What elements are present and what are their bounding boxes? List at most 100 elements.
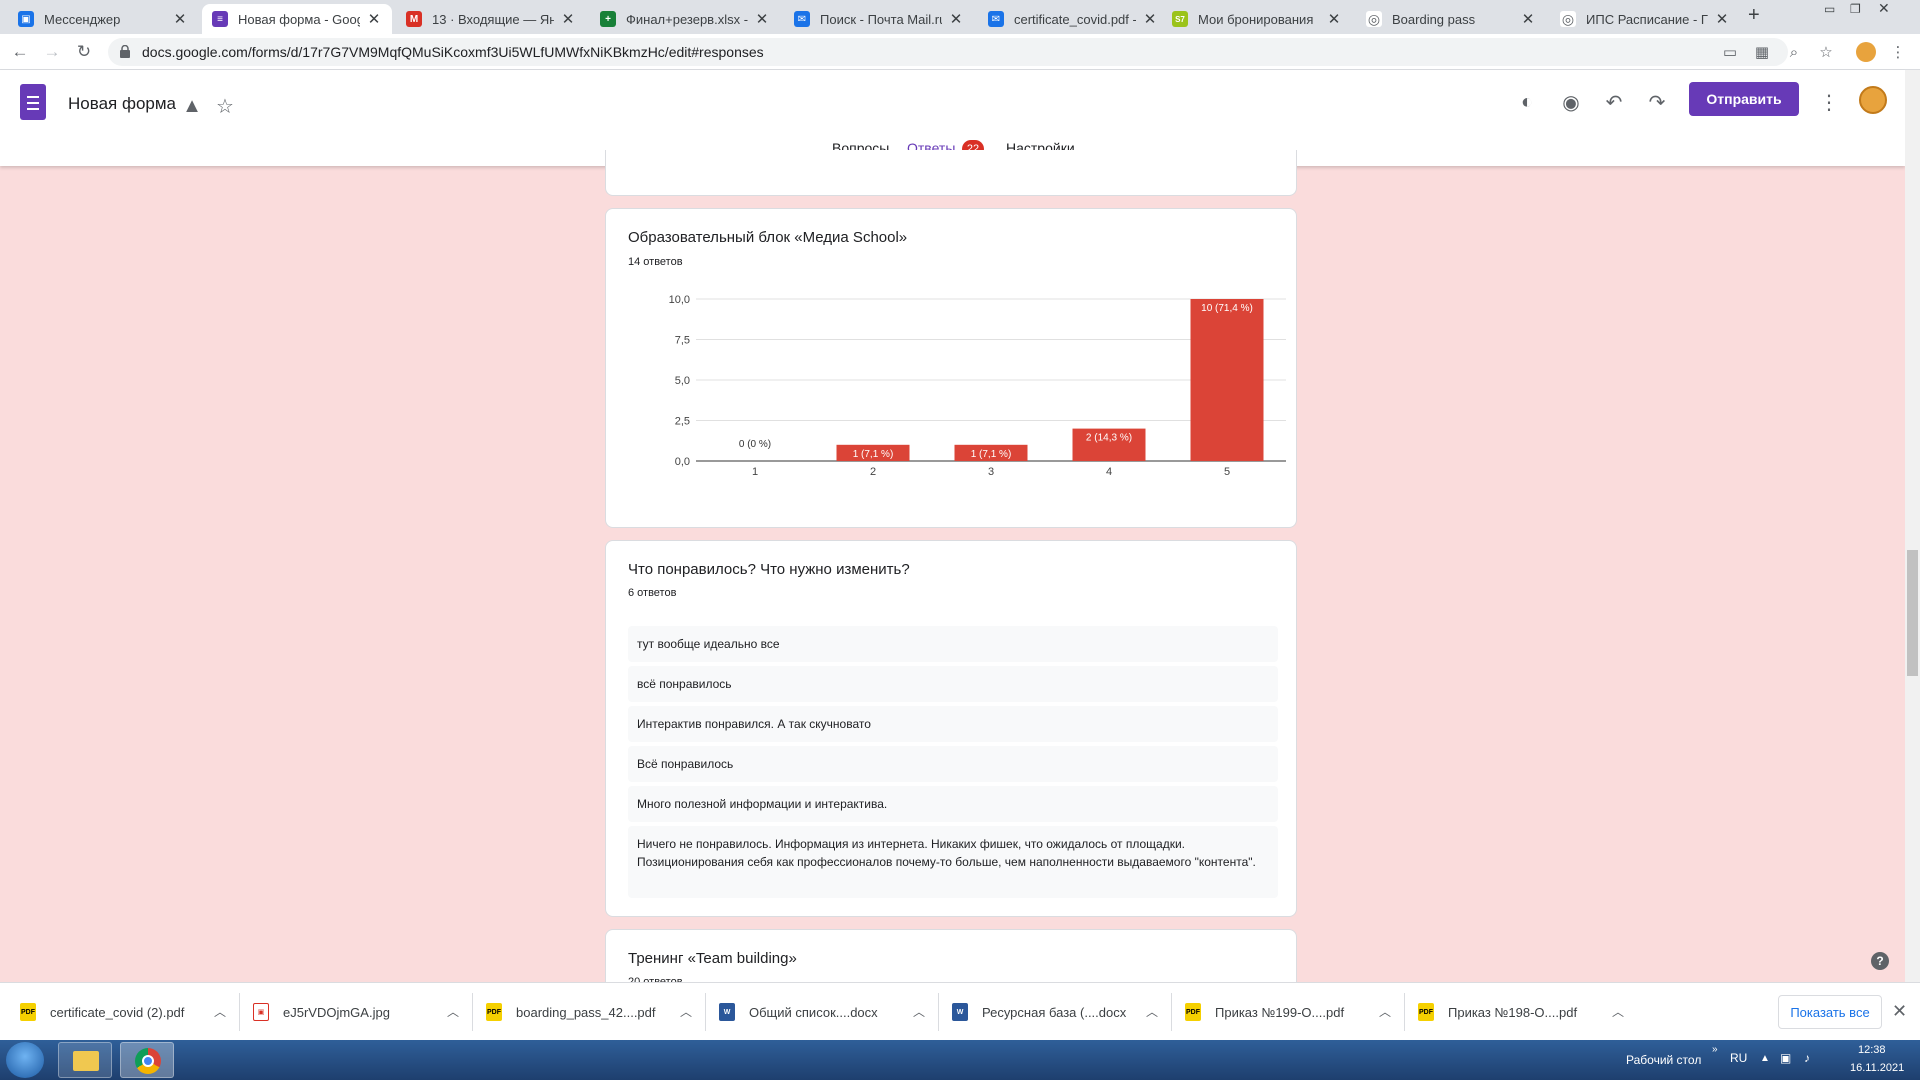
- x-tick-label: 4: [1106, 466, 1112, 478]
- chevron-icon[interactable]: »: [1712, 1044, 1718, 1055]
- y-tick-label: 10,0: [669, 294, 690, 306]
- question-card-feedback: Что понравилось? Что нужно изменить? 6 о…: [605, 540, 1297, 917]
- undo-icon[interactable]: ↶: [1598, 86, 1630, 118]
- close-icon[interactable]: ✕: [1142, 10, 1158, 28]
- menu-icon[interactable]: ⋮: [1886, 40, 1910, 64]
- profile-avatar-icon[interactable]: [1854, 40, 1878, 64]
- clock-time[interactable]: 12:38: [1858, 1044, 1886, 1056]
- tab-title: certificate_covid.pdf - П: [1014, 11, 1136, 27]
- tab-title: Поиск - Почта Mail.ru: [820, 11, 942, 27]
- url-text[interactable]: docs.google.com/forms/d/17r7G7VM9MqfQMuS…: [142, 44, 764, 60]
- download-item[interactable]: PDF certificate_covid (2).pdf ︿: [20, 983, 240, 1041]
- redo-icon[interactable]: ↷: [1641, 86, 1673, 118]
- tray-expand-icon[interactable]: ▲: [1760, 1053, 1770, 1064]
- chevron-up-icon[interactable]: ︿: [1146, 1003, 1158, 1020]
- scrollbar[interactable]: [1905, 70, 1920, 982]
- explorer-taskbar-icon[interactable]: [58, 1042, 112, 1078]
- back-icon[interactable]: ←: [8, 40, 32, 64]
- chevron-up-icon[interactable]: ︿: [447, 1003, 459, 1020]
- downloads-bar: PDF certificate_covid (2).pdf ︿ ▣ eJ5rVD…: [0, 982, 1920, 1040]
- data-label: 1 (7,1 %): [971, 449, 1012, 460]
- network-icon[interactable]: ▣: [1780, 1051, 1791, 1065]
- chevron-up-icon[interactable]: ︿: [1612, 1003, 1624, 1020]
- zoom-icon[interactable]: ⌕: [1782, 40, 1806, 64]
- minimize-icon[interactable]: ▭: [1824, 2, 1835, 16]
- chevron-up-icon[interactable]: ︿: [1379, 1003, 1391, 1020]
- tab-title: Мессенджер: [44, 11, 121, 27]
- browser-tab[interactable]: ◎ ИПС Расписание - ГПД ✕: [1550, 4, 1740, 34]
- tab-title: Мои бронирования: [1198, 11, 1314, 27]
- close-window-icon[interactable]: ✕: [1878, 0, 1890, 17]
- chevron-up-icon[interactable]: ︿: [913, 1003, 925, 1020]
- browser-tab[interactable]: + Финал+резерв.xlsx - Go ✕: [590, 4, 780, 34]
- scrollbar-thumb[interactable]: [1907, 550, 1918, 676]
- bookmark-star-icon[interactable]: ☆: [1814, 40, 1838, 64]
- drive-move-icon[interactable]: ▲: [176, 90, 208, 122]
- omnibox[interactable]: docs.google.com/forms/d/17r7G7VM9MqfQMuS…: [108, 38, 1788, 66]
- chevron-up-icon[interactable]: ︿: [680, 1003, 692, 1020]
- palette-icon[interactable]: ◐: [1511, 86, 1543, 118]
- download-filename: Ресурсная база (....docx: [982, 1004, 1127, 1020]
- y-tick-label: 0,0: [675, 456, 690, 468]
- x-tick-label: 5: [1224, 466, 1230, 478]
- x-tick-label: 2: [870, 466, 876, 478]
- restore-icon[interactable]: ❐: [1850, 2, 1861, 16]
- language-indicator[interactable]: RU: [1730, 1051, 1747, 1065]
- browser-tab[interactable]: S7 Мои бронирования ✕: [1162, 4, 1352, 34]
- pdf-icon: PDF: [486, 1003, 502, 1021]
- forward-icon[interactable]: →: [40, 40, 64, 64]
- download-item[interactable]: W Общий список....docx ︿: [719, 983, 939, 1041]
- mail-icon: ✉: [988, 11, 1004, 27]
- start-button-icon[interactable]: [6, 1042, 44, 1078]
- browser-tab-active[interactable]: ≡ Новая форма - Google ✕: [202, 4, 392, 34]
- qr-icon[interactable]: ▦: [1750, 40, 1774, 64]
- close-icon[interactable]: ✕: [754, 10, 770, 28]
- browser-tab[interactable]: ▣ Мессенджер ✕: [8, 4, 198, 34]
- download-item[interactable]: PDF Приказ №198-О....pdf ︿: [1418, 983, 1630, 1041]
- reload-icon[interactable]: ↻: [72, 40, 96, 64]
- download-item[interactable]: W Ресурсная база (....docx ︿: [952, 983, 1172, 1041]
- more-icon[interactable]: ⋮: [1813, 86, 1845, 118]
- chevron-up-icon[interactable]: ︿: [214, 1003, 226, 1020]
- close-icon[interactable]: ✕: [172, 10, 188, 28]
- sheets-icon: +: [600, 11, 616, 27]
- download-filename: boarding_pass_42....pdf: [516, 1004, 656, 1020]
- close-icon[interactable]: ✕: [560, 10, 576, 28]
- close-icon[interactable]: ✕: [1520, 10, 1536, 28]
- cast-icon[interactable]: ▭: [1718, 40, 1742, 64]
- close-icon[interactable]: ✕: [948, 10, 964, 28]
- answer-item: Много полезной информации и интерактива.: [628, 786, 1278, 822]
- download-item[interactable]: PDF boarding_pass_42....pdf ︿: [486, 983, 706, 1041]
- close-icon[interactable]: ✕: [1326, 10, 1342, 28]
- taskbar: Рабочий стол » RU ▲ ▣ ♪ 12:38 16.11.2021: [0, 1040, 1920, 1080]
- close-icon[interactable]: ✕: [1714, 10, 1730, 28]
- chrome-taskbar-icon[interactable]: [120, 1042, 174, 1078]
- answer-item: Ничего не понравилось. Информация из инт…: [628, 826, 1278, 898]
- avatar[interactable]: [1859, 86, 1887, 114]
- browser-tab[interactable]: M 13 · Входящие — Янде ✕: [396, 4, 586, 34]
- docx-icon: W: [952, 1003, 968, 1021]
- browser-tab[interactable]: ✉ certificate_covid.pdf - П ✕: [978, 4, 1168, 34]
- send-button[interactable]: Отправить: [1689, 82, 1799, 116]
- answer-item: тут вообще идеально все: [628, 626, 1278, 662]
- clock-date[interactable]: 16.11.2021: [1850, 1062, 1904, 1074]
- help-icon[interactable]: ?: [1871, 952, 1889, 970]
- close-downloads-icon[interactable]: ✕: [1892, 1001, 1907, 1022]
- browser-tab[interactable]: ✉ Поиск - Почта Mail.ru ✕: [784, 4, 974, 34]
- close-icon[interactable]: ✕: [366, 10, 382, 28]
- volume-icon[interactable]: ♪: [1804, 1051, 1810, 1065]
- tab-title: 13 · Входящие — Янде: [432, 11, 554, 27]
- question-title: Тренинг «Team building»: [628, 950, 797, 967]
- star-icon[interactable]: ☆: [209, 90, 241, 122]
- download-item[interactable]: ▣ eJ5rVDOjmGA.jpg ︿: [253, 983, 473, 1041]
- new-tab-icon[interactable]: +: [1748, 4, 1760, 27]
- preview-eye-icon[interactable]: ◉: [1555, 86, 1587, 118]
- image-icon: ▣: [253, 1003, 269, 1021]
- show-all-downloads-button[interactable]: Показать все: [1778, 995, 1882, 1029]
- desktop-label[interactable]: Рабочий стол: [1626, 1053, 1701, 1067]
- data-label: 2 (14,3 %): [1086, 433, 1132, 444]
- forms-logo-icon[interactable]: [20, 84, 46, 120]
- form-title[interactable]: Новая форма: [68, 94, 176, 114]
- browser-tab[interactable]: ◎ Boarding pass ✕: [1356, 4, 1546, 34]
- download-item[interactable]: PDF Приказ №199-О....pdf ︿: [1185, 983, 1405, 1041]
